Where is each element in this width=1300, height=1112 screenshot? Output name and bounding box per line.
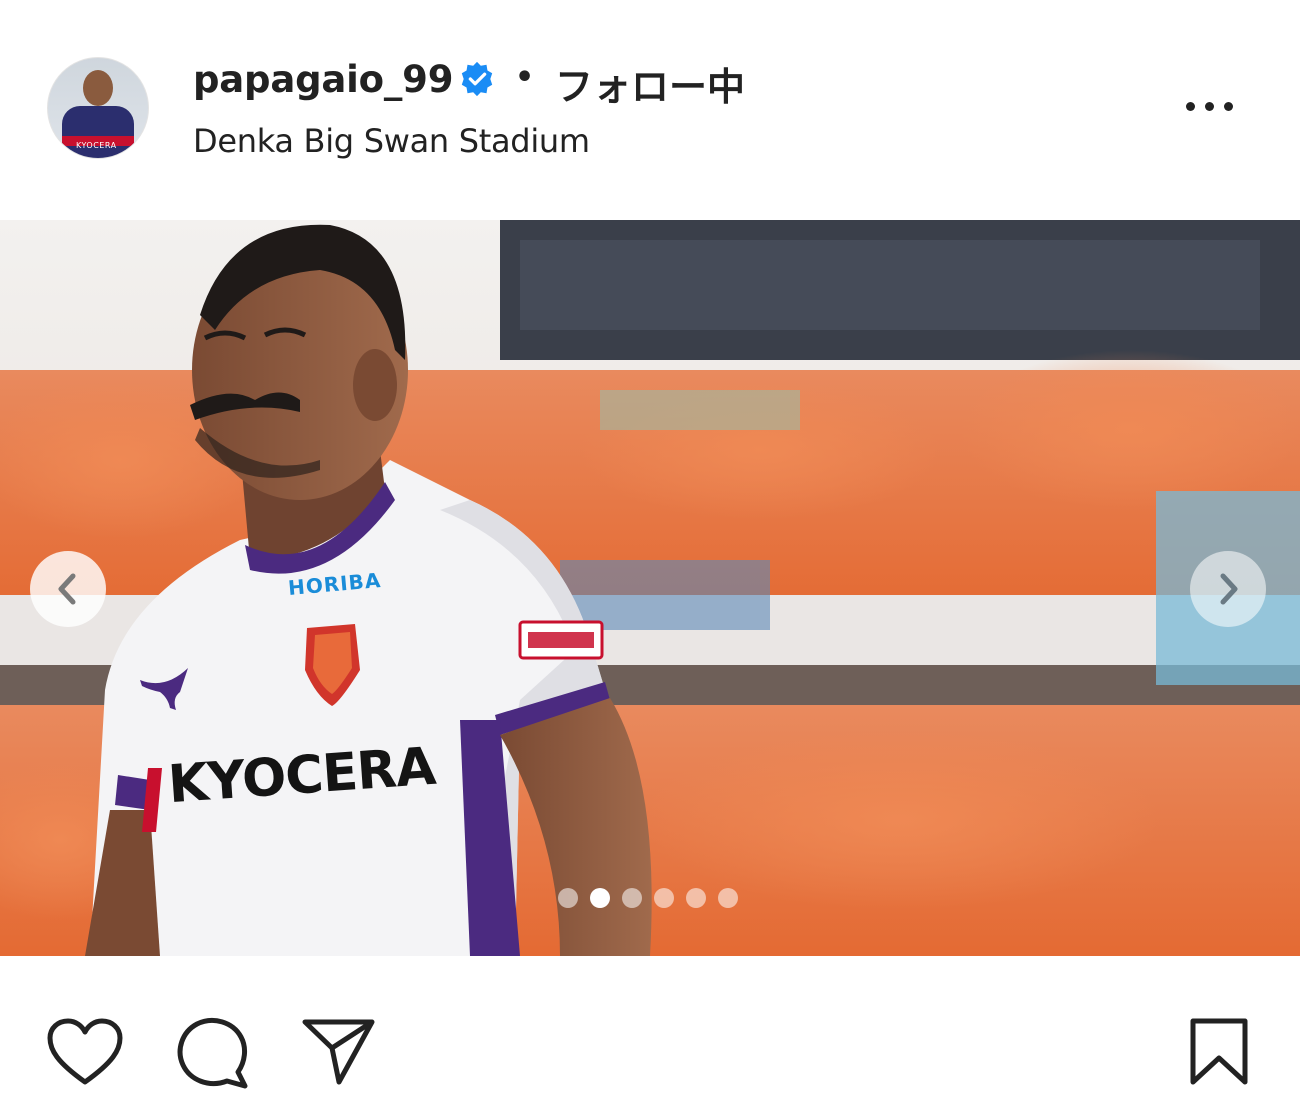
avatar-jersey-text: KYOCERA (76, 141, 117, 150)
comment-icon[interactable] (175, 1016, 249, 1090)
location-link[interactable]: Denka Big Swan Stadium (193, 122, 590, 160)
carousel-dot (686, 888, 706, 908)
post-header: KYOCERA papagaio_99 • フォロー中 Denka Big Sw… (0, 0, 1300, 218)
separator-dot: • (515, 60, 535, 95)
heart-icon[interactable] (47, 1018, 123, 1088)
bookmark-icon[interactable] (1189, 1018, 1249, 1086)
following-button[interactable]: フォロー中 (555, 56, 745, 111)
stadium-photo (0, 220, 1300, 956)
send-icon[interactable] (302, 1018, 376, 1086)
post-photo[interactable]: HORIBA KYOCERA (0, 220, 1300, 956)
username-link[interactable]: papagaio_99 (193, 58, 453, 101)
carousel-dot (718, 888, 738, 908)
chevron-left-icon (58, 573, 76, 605)
carousel-dot (654, 888, 674, 908)
post-actions-bar (0, 956, 1300, 1112)
avatar-jersey (62, 106, 134, 158)
carousel-prev-button[interactable] (30, 551, 106, 627)
chevron-right-icon (1220, 573, 1238, 605)
verified-badge-icon (461, 61, 493, 97)
carousel-dot-active (590, 888, 610, 908)
avatar[interactable]: KYOCERA (47, 57, 149, 159)
carousel-next-button[interactable] (1190, 551, 1266, 627)
carousel-dot (558, 888, 578, 908)
avatar-head (83, 70, 113, 106)
more-options-icon[interactable] (1178, 90, 1242, 124)
carousel-dot (622, 888, 642, 908)
